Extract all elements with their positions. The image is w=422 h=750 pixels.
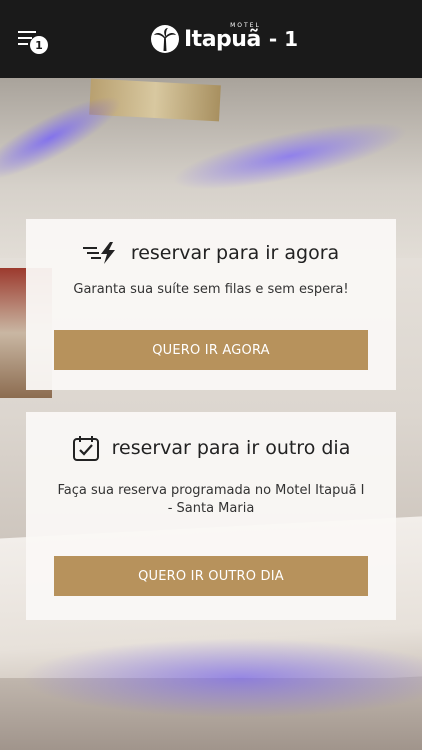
logo-brand-text: Itapuã — [184, 26, 261, 52]
logo-motel-text: MOTEL — [230, 21, 261, 29]
reserve-later-title: reservar para ir outro dia — [111, 437, 351, 459]
reserve-now-description: Garanta sua suíte sem filas e sem espera… — [73, 282, 349, 297]
calendar-check-icon — [72, 434, 100, 462]
go-another-day-button[interactable]: QUERO IR OUTRO DIA — [54, 556, 368, 596]
reserve-later-title-row: reservar para ir outro dia — [26, 434, 396, 462]
reserve-now-title-row: reservar para ir agora — [26, 241, 396, 265]
app-header: 1 MOTEL Itapuã - 1 — [0, 0, 422, 78]
menu-badge: 1 — [30, 36, 48, 54]
logo-suffix: - 1 — [268, 27, 298, 51]
motel-logo: MOTEL Itapuã - 1 — [150, 22, 298, 56]
reserve-now-card: reservar para ir agora Garanta sua suíte… — [26, 219, 396, 390]
lightning-icon — [82, 241, 119, 265]
palm-tree-icon — [151, 25, 179, 53]
reserve-later-card: reservar para ir outro dia Faça sua rese… — [26, 412, 396, 620]
reserve-now-title: reservar para ir agora — [130, 242, 340, 264]
go-now-button[interactable]: QUERO IR AGORA — [54, 330, 368, 370]
reserve-later-description: Faça sua reserva programada no Motel Ita… — [57, 483, 365, 516]
